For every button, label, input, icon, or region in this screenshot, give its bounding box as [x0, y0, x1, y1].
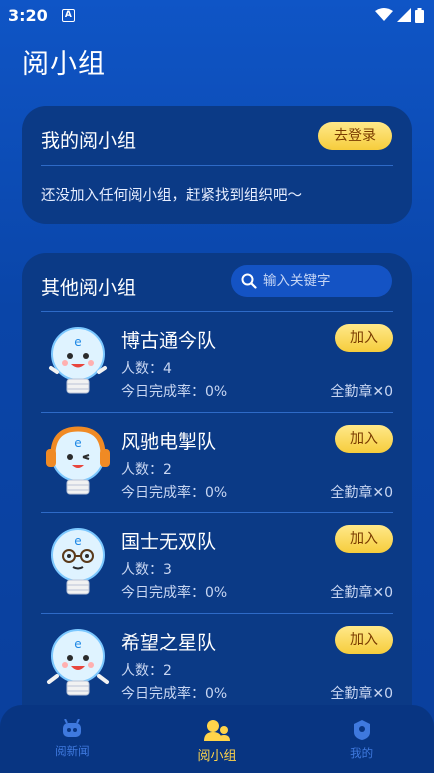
group-list: e 博古通今队 人数：4 今日完成率：0% 全勤章✕0 加入 e 风驰电掣队 人…	[41, 311, 393, 713]
group-name: 风驰电掣队	[121, 430, 217, 453]
join-button[interactable]: 加入	[335, 625, 393, 654]
search-box[interactable]	[231, 265, 392, 297]
profile-icon	[353, 720, 370, 740]
list-item[interactable]: e 国士无双队 人数：3 今日完成率：0% 全勤章✕0 加入	[41, 512, 393, 613]
bottom-tab-bar: 阅新闻 阅小组 我的	[0, 705, 434, 773]
bulb-mascot-cheer-icon: e	[47, 628, 109, 695]
search-input[interactable]	[263, 273, 383, 289]
group-count: 人数：2	[121, 461, 172, 478]
tab-group[interactable]: 阅小组	[172, 719, 262, 764]
other-groups-title: 其他阅小组	[41, 277, 137, 299]
status-icons	[375, 7, 424, 23]
divider	[41, 165, 393, 166]
notification-a-icon: A	[61, 8, 75, 22]
group-medal: 全勤章✕0	[330, 685, 393, 702]
my-group-title: 我的阅小组	[41, 130, 137, 152]
join-button[interactable]: 加入	[335, 424, 393, 453]
group-name: 博古通今队	[121, 330, 217, 352]
battery-icon	[415, 7, 424, 23]
group-name: 国士无双队	[121, 531, 217, 553]
signal-icon	[397, 8, 411, 22]
join-button[interactable]: 加入	[335, 525, 393, 553]
svg-text:e: e	[74, 534, 81, 548]
svg-text:e: e	[74, 335, 81, 349]
other-groups-card: 其他阅小组 e 博古通今队 人数：4 今日完成率：0%	[22, 253, 412, 733]
wifi-icon	[375, 8, 393, 21]
group-count: 人数：4	[121, 361, 172, 377]
group-rate: 今日完成率：0%	[121, 685, 228, 702]
robot-icon	[63, 719, 82, 737]
my-group-card: 我的阅小组 去登录 还没加入任何阅小组，赶紧找到组织吧〜	[22, 106, 412, 224]
group-name: 希望之星队	[121, 631, 217, 654]
bulb-mascot-glasses-icon: e	[51, 528, 105, 595]
tab-label: 阅新闻	[55, 744, 90, 758]
tab-profile[interactable]: 我的	[317, 719, 407, 761]
list-item[interactable]: e 博古通今队 人数：4 今日完成率：0% 全勤章✕0 加入	[41, 311, 393, 412]
svg-text:e: e	[74, 436, 81, 450]
svg-text:e: e	[74, 637, 81, 651]
page-title: 阅小组	[22, 49, 106, 80]
bulb-mascot-smile-icon: e	[49, 327, 107, 394]
login-button[interactable]: 去登录	[318, 122, 392, 150]
list-item[interactable]: e 风驰电掣队 人数：2 今日完成率：0% 全勤章✕0 加入	[41, 411, 393, 513]
group-rate: 今日完成率：0%	[121, 484, 228, 501]
bulb-mascot-headphones-icon: e	[46, 425, 110, 494]
join-button[interactable]: 加入	[335, 324, 393, 352]
tab-label: 我的	[350, 746, 374, 760]
group-rate: 今日完成率：0%	[121, 384, 228, 400]
group-medal: 全勤章✕0	[330, 585, 393, 601]
status-time: 3:20	[8, 5, 48, 25]
tab-news[interactable]: 阅新闻	[27, 719, 117, 759]
tab-label: 阅小组	[197, 749, 237, 764]
group-medal: 全勤章✕0	[330, 384, 393, 400]
group-medal: 全勤章✕0	[330, 484, 393, 501]
group-count: 人数：3	[121, 562, 172, 578]
search-icon	[241, 273, 257, 289]
group-icon	[203, 720, 230, 741]
list-item[interactable]: e 希望之星队 人数：2 今日完成率：0% 全勤章✕0 加入	[41, 612, 393, 714]
group-count: 人数：2	[121, 662, 172, 679]
group-rate: 今日完成率：0%	[121, 585, 228, 601]
status-bar: 3:20 A	[0, 0, 434, 30]
empty-tip: 还没加入任何阅小组，赶紧找到组织吧〜	[41, 188, 302, 204]
